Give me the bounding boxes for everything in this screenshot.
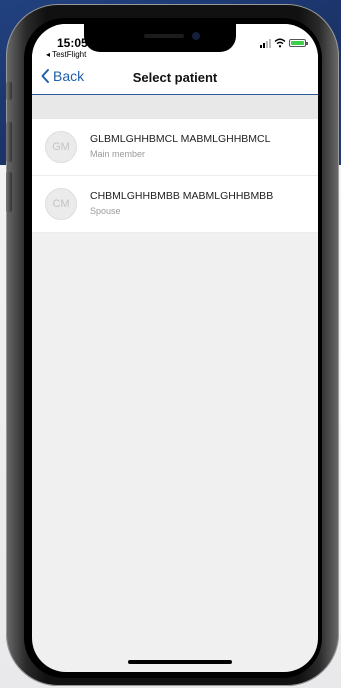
patient-name: GLBMLGHHBMCL MABMLGHHBMCL bbox=[90, 133, 271, 145]
return-to-testflight-link[interactable]: ◂ TestFlight bbox=[46, 50, 86, 59]
volume-up-button bbox=[6, 122, 12, 162]
section-spacer bbox=[32, 95, 318, 119]
speaker-grille bbox=[144, 34, 184, 38]
status-icons bbox=[260, 37, 308, 49]
avatar: GM bbox=[45, 131, 77, 163]
phone-frame: 15:05 ↗ ◂ TestFlight bbox=[6, 4, 339, 686]
notch bbox=[84, 24, 236, 52]
page-title: Select patient bbox=[132, 70, 218, 85]
wifi-icon bbox=[274, 38, 286, 48]
front-camera bbox=[192, 32, 200, 40]
home-indicator[interactable] bbox=[128, 660, 232, 664]
volume-down-button bbox=[6, 172, 12, 212]
navigation-bar: Back Select patient bbox=[32, 64, 318, 95]
status-bar: 15:05 ↗ ◂ TestFlight bbox=[32, 24, 318, 64]
phone-screen: 15:05 ↗ ◂ TestFlight bbox=[32, 24, 318, 672]
patient-row-main-member[interactable]: GM GLBMLGHHBMCL MABMLGHHBMCL Main member bbox=[32, 119, 318, 176]
cellular-signal-icon bbox=[260, 38, 271, 48]
status-time-value: 15:05 bbox=[57, 36, 88, 50]
patient-list: GM GLBMLGHHBMCL MABMLGHHBMCL Main member… bbox=[32, 119, 318, 233]
patient-relation: Main member bbox=[90, 149, 146, 159]
patient-name: CHBMLGHHBMBB MABMLGHHBMBB bbox=[90, 190, 274, 202]
battery-icon bbox=[289, 39, 308, 47]
patient-relation: Spouse bbox=[90, 206, 121, 216]
mute-switch bbox=[6, 82, 12, 100]
battery-level bbox=[291, 41, 304, 45]
stage: 15:05 ↗ ◂ TestFlight bbox=[0, 0, 341, 688]
avatar: CM bbox=[45, 188, 77, 220]
patient-row-spouse[interactable]: CM CHBMLGHHBMBB MABMLGHHBMBB Spouse bbox=[32, 176, 318, 233]
